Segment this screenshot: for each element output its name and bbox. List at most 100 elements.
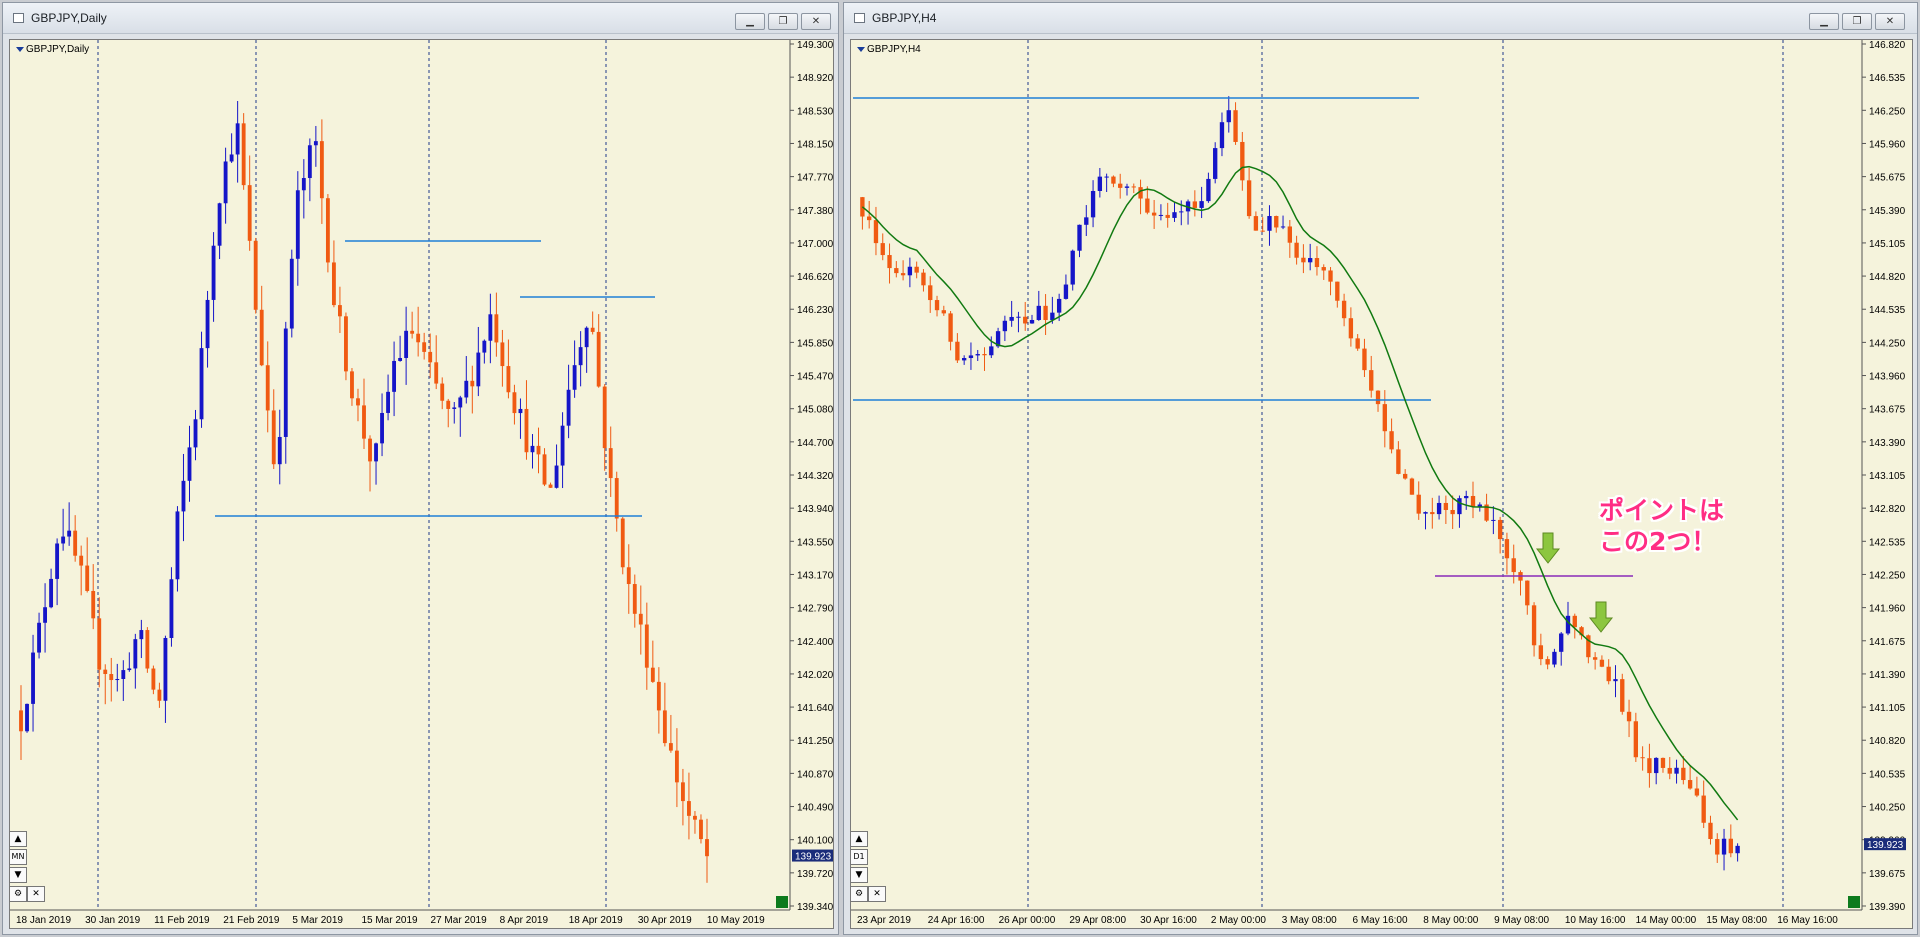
candle-body xyxy=(674,750,679,783)
moving-average-line xyxy=(861,165,1739,821)
candle-body xyxy=(1633,721,1639,758)
window-title: GBPJPY,H4 xyxy=(872,11,937,25)
candle-body xyxy=(1077,224,1082,251)
price-label: 140.490 xyxy=(797,803,834,814)
price-label: 144.320 xyxy=(797,471,834,482)
price-label: 146.230 xyxy=(797,305,834,316)
candle-body xyxy=(1002,320,1008,332)
candle-body xyxy=(1620,679,1625,712)
candle-body xyxy=(211,245,216,300)
price-label: 141.675 xyxy=(1869,637,1906,648)
status-indicator xyxy=(1848,896,1860,908)
time-label: 5 Mar 2019 xyxy=(292,915,343,926)
candle-body xyxy=(1654,757,1659,774)
close-small-icon[interactable]: ✕ xyxy=(27,886,45,902)
candle-body xyxy=(1389,431,1394,450)
price-label: 140.100 xyxy=(797,836,834,847)
candle-body xyxy=(1409,478,1415,495)
candle-body xyxy=(73,530,78,556)
candle-body xyxy=(434,362,439,384)
time-label: 18 Jan 2019 xyxy=(16,915,71,926)
chart-window-daily[interactable]: GBPJPY,Daily ▁ ❐ ✕ 149.300 148.920 148.530… xyxy=(2,2,839,935)
window-titlebar[interactable]: GBPJPY,H4 ▁ ❐ ✕ xyxy=(844,3,1917,34)
timeframe-button[interactable]: D1 xyxy=(850,849,868,865)
candle-body xyxy=(1009,316,1014,321)
chart-tool-icon[interactable]: ⚙ xyxy=(9,886,27,902)
candle-body xyxy=(1701,795,1706,823)
candle-body xyxy=(386,391,390,413)
chart-plot-area[interactable]: 146.820 146.535 146.250 145.960 145.675 145.3… xyxy=(850,39,1913,929)
chart-tool-icon[interactable]: ⚙ xyxy=(850,886,868,902)
candle-body xyxy=(1253,216,1259,231)
candle-body xyxy=(307,145,312,179)
candle-body xyxy=(193,419,198,448)
candle-body xyxy=(620,518,625,568)
minimize-button[interactable]: ▁ xyxy=(1809,13,1839,30)
candle-body xyxy=(934,300,940,311)
candle-body xyxy=(265,365,270,411)
minimize-button[interactable]: ▁ xyxy=(735,13,765,30)
price-label: 141.640 xyxy=(797,703,834,714)
time-label: 16 May 16:00 xyxy=(1777,915,1838,926)
candle-body xyxy=(1090,190,1096,218)
price-label: 142.790 xyxy=(797,604,834,615)
chart-plot-area[interactable]: 149.300 148.920 148.530 148.150 147.770 147.3… xyxy=(9,39,834,929)
candle-body xyxy=(1443,502,1449,510)
chart-window-h4[interactable]: GBPJPY,H4 ▁ ❐ ✕ 146.820 146.535 146.250 145… xyxy=(843,2,1918,935)
timeframe-button[interactable]: MN xyxy=(9,849,27,865)
candle-body xyxy=(1728,838,1733,854)
price-label: 145.390 xyxy=(1869,206,1906,217)
price-label: 139.340 xyxy=(797,902,834,913)
price-label: 146.535 xyxy=(1869,73,1906,84)
scroll-up-button[interactable]: ▲ xyxy=(9,831,27,847)
price-label: 147.770 xyxy=(797,173,834,184)
candle-body xyxy=(283,328,288,437)
candle-body xyxy=(157,689,162,701)
candle-body xyxy=(338,305,342,317)
candle-body xyxy=(440,383,445,401)
candle-body xyxy=(1477,504,1482,507)
candle-body xyxy=(1179,211,1184,213)
window-titlebar[interactable]: GBPJPY,Daily ▁ ❐ ✕ xyxy=(3,3,838,34)
candle-body xyxy=(894,268,899,274)
candle-body xyxy=(1233,110,1238,142)
candle-body xyxy=(356,398,360,406)
close-button[interactable]: ✕ xyxy=(801,13,831,30)
time-label: 30 Jan 2019 xyxy=(85,915,140,926)
candle-body xyxy=(1464,495,1469,499)
candle-body xyxy=(199,348,204,420)
time-label: 14 May 00:00 xyxy=(1636,915,1697,926)
candle-body xyxy=(900,273,906,276)
candle-body xyxy=(97,618,102,670)
scroll-up-button[interactable]: ▲ xyxy=(850,831,868,847)
candle-body xyxy=(596,331,601,387)
candle-body xyxy=(982,354,987,356)
price-label: 139.720 xyxy=(797,869,834,880)
maximize-button[interactable]: ❐ xyxy=(768,13,798,30)
scroll-down-button[interactable]: ▼ xyxy=(9,867,27,883)
candle-body xyxy=(175,511,180,580)
candle-body xyxy=(512,392,517,414)
close-small-icon[interactable]: ✕ xyxy=(868,886,886,902)
price-label: 140.820 xyxy=(1869,736,1906,747)
candle-body xyxy=(693,815,697,820)
maximize-button[interactable]: ❐ xyxy=(1842,13,1872,30)
candle-body xyxy=(133,639,138,669)
candle-body xyxy=(458,397,463,408)
candle-body xyxy=(1172,212,1177,218)
candle-body xyxy=(1070,250,1075,285)
candle-body xyxy=(1504,539,1510,559)
scroll-down-button[interactable]: ▼ xyxy=(850,867,868,883)
candle-body xyxy=(1335,281,1340,301)
candle-body xyxy=(914,266,919,273)
candle-body xyxy=(1450,509,1455,515)
time-label: 3 May 08:00 xyxy=(1282,915,1337,926)
candle-body xyxy=(928,285,933,301)
close-button[interactable]: ✕ xyxy=(1875,13,1905,30)
candle-body xyxy=(1023,316,1028,324)
price-label: 144.820 xyxy=(1869,272,1906,283)
candle-body xyxy=(1681,767,1686,781)
candle-body xyxy=(1565,615,1571,634)
candle-body xyxy=(656,681,661,711)
candle-body xyxy=(1402,473,1408,479)
